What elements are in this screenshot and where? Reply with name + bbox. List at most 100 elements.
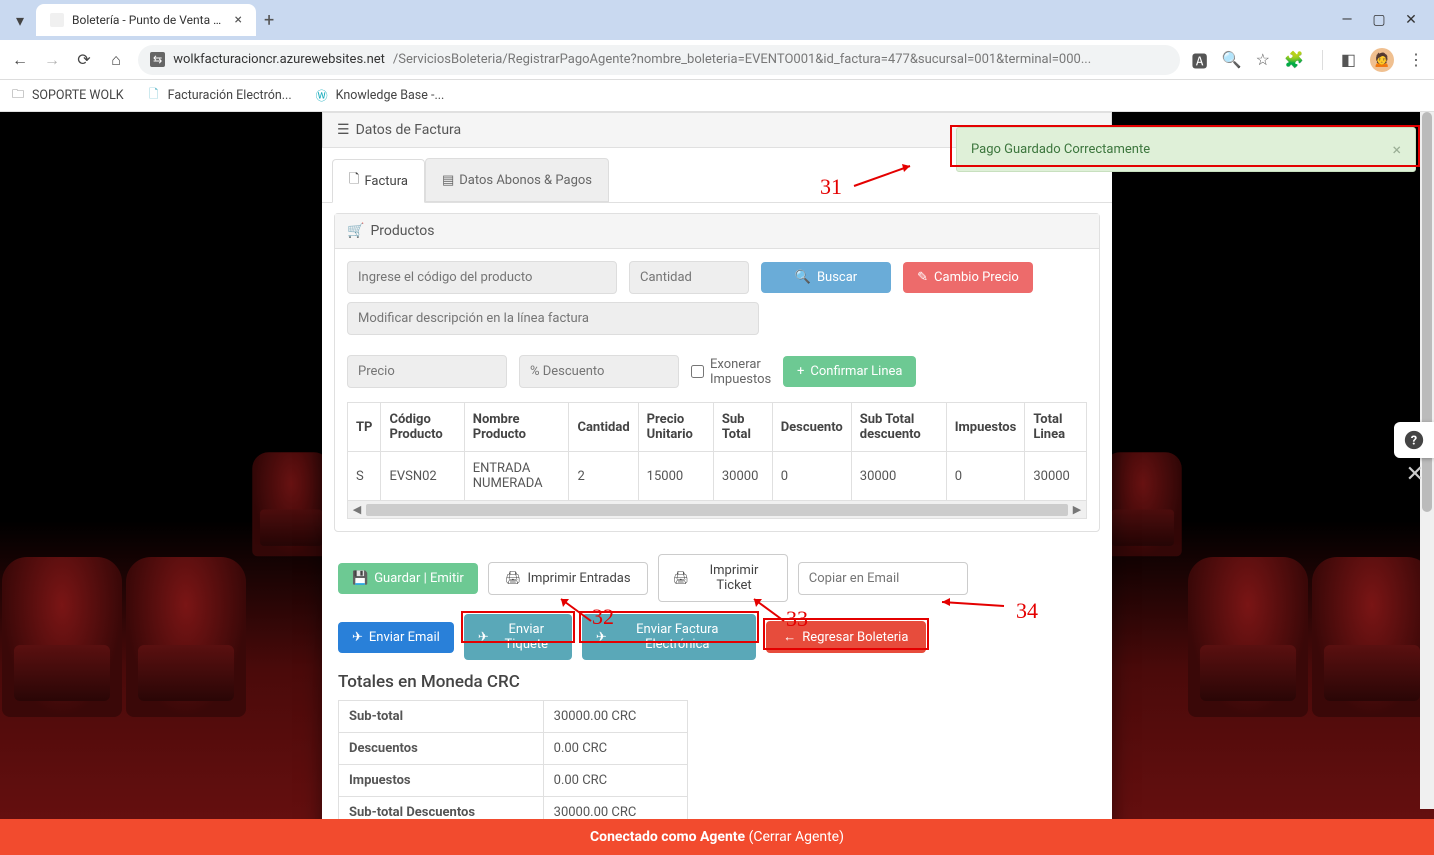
totals-label: Descuentos [339,733,544,765]
scroll-track[interactable] [366,504,1068,516]
discount-input[interactable] [519,355,679,388]
close-icon[interactable]: × [235,12,242,28]
sidepanel-icon[interactable]: ◧ [1341,50,1356,69]
url-domain: wolkfacturacioncr.azurewebsites.net [173,52,385,67]
close-icon[interactable]: ✕ [1406,462,1424,487]
totals-row: Impuestos0.00 CRC [339,765,688,797]
products-table: TP Código Producto Nombre Producto Canti… [347,402,1087,501]
cerrar-agente-link[interactable]: (Cerrar Agente) [749,829,844,845]
tab-label: Factura [364,174,408,189]
col-descuento: Descuento [772,403,851,452]
guardar-button[interactable]: 💾 Guardar | Emitir [338,563,478,594]
list-icon: ☰ [337,122,350,138]
menu-icon[interactable]: ⋮ [1408,50,1424,69]
url-path: /ServiciosBoleteria/RegistrarPagoAgente?… [393,52,1091,67]
new-tab-button[interactable]: + [264,10,274,31]
enviar-email-button[interactable]: ✈ Enviar Email [338,622,454,653]
site-info-icon[interactable]: ⇆ [150,52,165,67]
table-horizontal-scrollbar[interactable]: ◀ ▶ [347,501,1087,519]
bookmark-kb[interactable]: Ⓦ Knowledge Base -... [314,88,445,104]
cell-nombre: ENTRADA NUMERADA [464,452,569,501]
bookmark-soporte[interactable]: 🗀 SOPORTE WOLK [10,88,124,104]
quantity-input[interactable] [629,261,749,294]
success-alert: Pago Guardado Correctamente × [956,127,1416,172]
send-icon: ✈ [478,630,489,645]
totals-label: Impuestos [339,765,544,797]
extensions-icon[interactable]: 🧩 [1284,50,1304,69]
button-label: Guardar | Emitir [374,571,464,586]
save-icon: 💾 [352,571,368,586]
profile-avatar[interactable]: 🙍 [1370,48,1394,72]
cell-tp: S [348,452,381,501]
search-button[interactable]: 🔍 Buscar [761,262,891,293]
cell-total: 30000 [1025,452,1087,501]
scroll-left-icon[interactable]: ◀ [348,503,366,516]
button-label: Cambio Precio [934,270,1019,285]
translate-icon[interactable]: 🅰 [1192,48,1208,72]
confirm-line-button[interactable]: + Confirmar Linea [783,356,916,387]
enviar-factura-button[interactable]: ✈ Enviar Factura Electrónica [582,614,756,660]
close-icon[interactable]: × [1392,140,1401,159]
action-row-1: 💾 Guardar | Emitir 🖨 Imprimir Entradas 🖨… [322,542,1112,614]
cell-precio: 15000 [638,452,713,501]
zoom-icon[interactable]: 🔍 [1222,50,1242,69]
send-icon: ✈ [352,630,363,645]
totals-value: 30000.00 CRC [543,701,687,733]
imprimir-entradas-button[interactable]: 🖨 Imprimir Entradas [488,562,648,595]
regresar-button[interactable]: ← Regresar Boleteria [766,621,926,653]
totals-value: 0.00 CRC [543,733,687,765]
exonerar-checkbox[interactable] [691,365,704,378]
minimize-icon[interactable]: — [1340,13,1354,27]
tab-favicon [50,13,64,27]
cell-descuento: 0 [772,452,851,501]
description-input[interactable] [347,302,759,335]
tab-factura[interactable]: 🗋 Factura [332,159,425,203]
change-price-button[interactable]: ✎ Cambio Precio [903,262,1033,293]
agent-footer: Conectado como Agente (Cerrar Agente) [0,819,1434,855]
send-icon: ✈ [596,630,607,645]
button-label: Regresar Boleteria [802,630,908,645]
forward-icon[interactable]: → [42,50,62,70]
bookmark-facturacion[interactable]: 🗋 Facturación Electrón... [146,88,292,104]
col-tp: TP [348,403,381,452]
back-icon[interactable]: ← [10,50,30,70]
exonerar-checkbox-label[interactable]: Exonerar Impuestos [691,357,771,387]
bookmark-label: Facturación Electrón... [168,88,292,103]
file-icon: 🗋 [349,170,359,192]
svg-text:?: ? [1411,434,1417,449]
home-icon[interactable]: ⌂ [106,50,126,70]
star-icon[interactable]: ☆ [1256,50,1270,69]
alert-text: Pago Guardado Correctamente [971,142,1150,157]
totals-row: Sub-total30000.00 CRC [339,701,688,733]
browser-tab[interactable]: Boletería - Punto de Venta Wolk × [36,4,256,36]
tab-abonos[interactable]: ▤ Datos Abonos & Pagos [425,158,609,202]
imprimir-ticket-button[interactable]: 🖨 Imprimir Ticket [658,554,788,602]
edit-icon: ✎ [917,270,928,285]
address-bar[interactable]: ⇆ wolkfacturacioncr.azurewebsites.net /S… [138,45,1180,75]
scroll-right-icon[interactable]: ▶ [1068,503,1086,516]
bookmark-label: SOPORTE WOLK [32,88,124,103]
close-window-icon[interactable]: ✕ [1404,13,1418,27]
folder-icon: 🗀 [10,88,26,104]
cell-subtotal: 30000 [713,452,772,501]
tab-label: Datos Abonos & Pagos [459,173,592,188]
help-badge[interactable]: ? [1394,422,1434,458]
enviar-tiquete-button[interactable]: ✈ Enviar Tiquete [464,614,572,660]
page-viewport: ☰ Datos de Factura 🗋 Factura ▤ Datos Abo… [0,112,1434,855]
reload-icon[interactable]: ⟳ [74,50,94,70]
col-total: Total Linea [1025,403,1087,452]
email-input[interactable] [798,562,968,595]
products-header: 🛒 Productos [335,214,1099,249]
button-label: Buscar [817,270,857,285]
maximize-icon[interactable]: ▢ [1372,13,1386,27]
col-cantidad: Cantidad [569,403,638,452]
table-row[interactable]: S EVSN02 ENTRADA NUMERADA 2 15000 30000 … [348,452,1087,501]
price-input[interactable] [347,355,507,388]
totals-title: Totales en Moneda CRC [322,672,1112,692]
cell-codigo: EVSN02 [381,452,464,501]
checkbox-label: Exonerar Impuestos [710,357,771,387]
bookmarks-bar: 🗀 SOPORTE WOLK 🗋 Facturación Electrón...… [0,80,1434,112]
chevron-down-icon[interactable]: ▾ [8,8,32,32]
product-code-input[interactable] [347,261,617,294]
page-scrollbar[interactable] [1420,112,1434,809]
